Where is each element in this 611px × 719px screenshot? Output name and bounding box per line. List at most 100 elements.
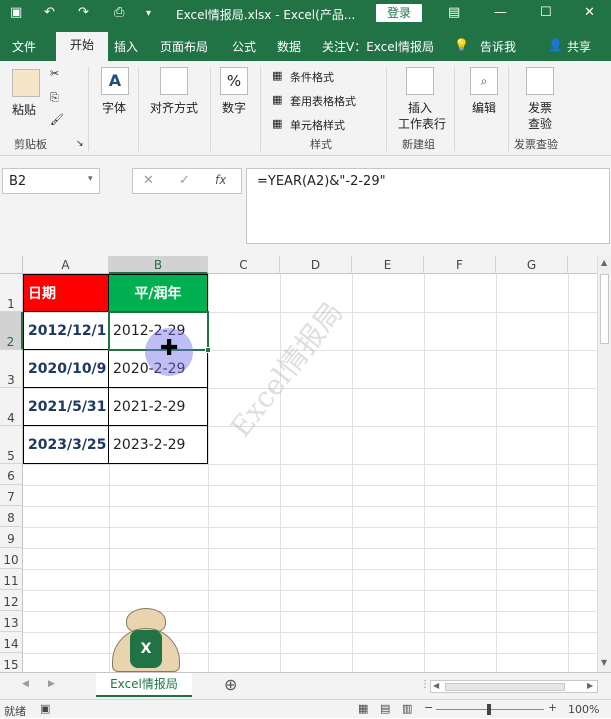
user-icon[interactable]: 👤: [548, 38, 563, 52]
tab-home[interactable]: 开始: [56, 32, 108, 61]
percent-icon[interactable]: %: [220, 67, 248, 95]
paste-icon[interactable]: [12, 69, 40, 97]
cell-a1[interactable]: 日期: [23, 274, 109, 312]
conditional-format-button[interactable]: 条件格式: [290, 69, 334, 85]
row-header[interactable]: 10: [0, 548, 23, 569]
cell-a2[interactable]: 2012/12/1: [23, 312, 109, 350]
cell-b4[interactable]: 2021-2-29: [109, 388, 208, 426]
horizontal-scroll-thumb[interactable]: [445, 683, 565, 691]
cell-a4[interactable]: 2021/5/31: [23, 388, 109, 426]
column-header-b[interactable]: B: [109, 256, 208, 274]
row-header[interactable]: 9: [0, 527, 23, 548]
column-header-f[interactable]: F: [424, 256, 496, 274]
cell-style-button[interactable]: 单元格样式: [290, 117, 345, 133]
copy-icon[interactable]: ⎘: [50, 91, 59, 105]
vertical-scrollbar[interactable]: ▲ ▼: [597, 256, 611, 672]
zoom-out-button[interactable]: −: [424, 701, 433, 714]
column-header-h[interactable]: [568, 256, 597, 274]
fill-handle[interactable]: [205, 347, 211, 353]
row-header[interactable]: 3: [0, 350, 23, 388]
minimize-button[interactable]: —: [494, 5, 507, 20]
cell-b5[interactable]: 2023-2-29: [109, 426, 208, 464]
normal-view-icon[interactable]: ▦: [358, 702, 368, 715]
insert-button[interactable]: 插入: [408, 99, 432, 116]
row-header[interactable]: 14: [0, 632, 23, 653]
scroll-thumb[interactable]: [600, 274, 609, 344]
row-header[interactable]: 12: [0, 590, 23, 611]
page-break-view-icon[interactable]: ▥: [402, 702, 412, 715]
row-header[interactable]: 11: [0, 569, 23, 590]
row-header[interactable]: 13: [0, 611, 23, 632]
ribbon-display-icon[interactable]: ▤: [448, 5, 460, 20]
quick-access-dropdown-icon[interactable]: ▾: [146, 8, 151, 19]
font-button[interactable]: 字体: [102, 99, 126, 116]
align-button[interactable]: 对齐方式: [150, 99, 198, 116]
table-format-button[interactable]: 套用表格格式: [290, 93, 356, 109]
formula-input[interactable]: =YEAR(A2)&"-2-29": [246, 168, 610, 244]
tab-insert[interactable]: 插入: [114, 38, 138, 55]
lightbulb-icon[interactable]: 💡: [454, 38, 469, 52]
row-header[interactable]: 1: [0, 274, 23, 312]
undo-icon[interactable]: ↶: [44, 5, 55, 20]
print-preview-icon[interactable]: ⎙: [114, 5, 124, 20]
add-sheet-icon[interactable]: ⊕: [224, 675, 237, 694]
tab-formulas[interactable]: 公式: [232, 38, 256, 55]
tab-follow[interactable]: 关注V：Excel情报局: [322, 38, 434, 55]
column-header-d[interactable]: D: [280, 256, 352, 274]
scroll-up-icon[interactable]: ▲: [601, 258, 607, 267]
horizontal-scrollbar[interactable]: ◀ ▶: [430, 680, 598, 693]
row-header[interactable]: 8: [0, 506, 23, 527]
tab-file[interactable]: 文件: [12, 38, 36, 55]
invoice-icon[interactable]: [526, 67, 554, 95]
scroll-right-icon[interactable]: ▶: [587, 681, 593, 690]
dialog-launcher-icon[interactable]: ↘: [76, 139, 84, 149]
scroll-left-icon[interactable]: ◀: [433, 681, 439, 690]
macro-record-icon[interactable]: ▣: [40, 702, 50, 715]
row-header[interactable]: 2: [0, 312, 23, 350]
close-button[interactable]: ✕: [584, 5, 595, 20]
row-header[interactable]: 4: [0, 388, 23, 426]
zoom-in-button[interactable]: +: [548, 701, 557, 714]
row-header[interactable]: 6: [0, 464, 23, 485]
tell-me-search[interactable]: 告诉我: [480, 38, 516, 55]
sheet-tab-excel[interactable]: Excel情报局: [96, 673, 192, 697]
column-header-a[interactable]: A: [23, 256, 109, 274]
invoice-button[interactable]: 发票: [528, 99, 552, 116]
cut-icon[interactable]: ✂: [50, 67, 59, 80]
insert-row-icon[interactable]: [406, 67, 434, 95]
save-icon[interactable]: ▣: [10, 5, 22, 20]
prev-sheet-icon[interactable]: ◀: [22, 679, 29, 689]
tab-data[interactable]: 数据: [277, 38, 301, 55]
number-button[interactable]: 数字: [222, 99, 246, 116]
column-header-c[interactable]: C: [208, 256, 280, 274]
select-all-corner[interactable]: [0, 256, 23, 274]
search-icon[interactable]: ⌕: [470, 67, 498, 95]
login-button[interactable]: 登录: [376, 4, 422, 22]
name-box-dropdown-icon[interactable]: ▾: [88, 174, 93, 184]
row-header[interactable]: 7: [0, 485, 23, 506]
redo-icon[interactable]: ↷: [78, 5, 89, 20]
enter-icon[interactable]: ✓: [179, 173, 190, 188]
maximize-button[interactable]: ☐: [540, 5, 552, 20]
share-button[interactable]: 共享: [567, 38, 591, 55]
row-header[interactable]: 5: [0, 426, 23, 464]
next-sheet-icon[interactable]: ▶: [48, 679, 55, 689]
insert-function-icon[interactable]: fx: [215, 173, 226, 187]
cell-a5[interactable]: 2023/3/25: [23, 426, 109, 464]
zoom-level[interactable]: 100%: [568, 703, 599, 716]
scroll-down-icon[interactable]: ▼: [601, 658, 607, 667]
column-header-g[interactable]: G: [496, 256, 568, 274]
cell-b1[interactable]: 平/润年: [109, 274, 208, 312]
row-header[interactable]: 15: [0, 653, 23, 672]
column-header-e[interactable]: E: [352, 256, 424, 274]
tab-page-layout[interactable]: 页面布局: [160, 38, 208, 55]
worksheet-grid[interactable]: A B C D E F G 1 2 3 4 5 6 7 8 9 10 11 12…: [0, 256, 597, 672]
paste-button[interactable]: 粘贴: [12, 101, 36, 118]
edit-button[interactable]: 编辑: [472, 99, 496, 116]
font-icon[interactable]: A: [101, 67, 129, 95]
cancel-icon[interactable]: ✕: [143, 173, 154, 188]
zoom-slider-thumb[interactable]: [487, 704, 491, 715]
name-box[interactable]: B2: [2, 168, 100, 194]
align-icon[interactable]: [160, 67, 188, 95]
format-painter-icon[interactable]: 🖌: [50, 113, 64, 126]
